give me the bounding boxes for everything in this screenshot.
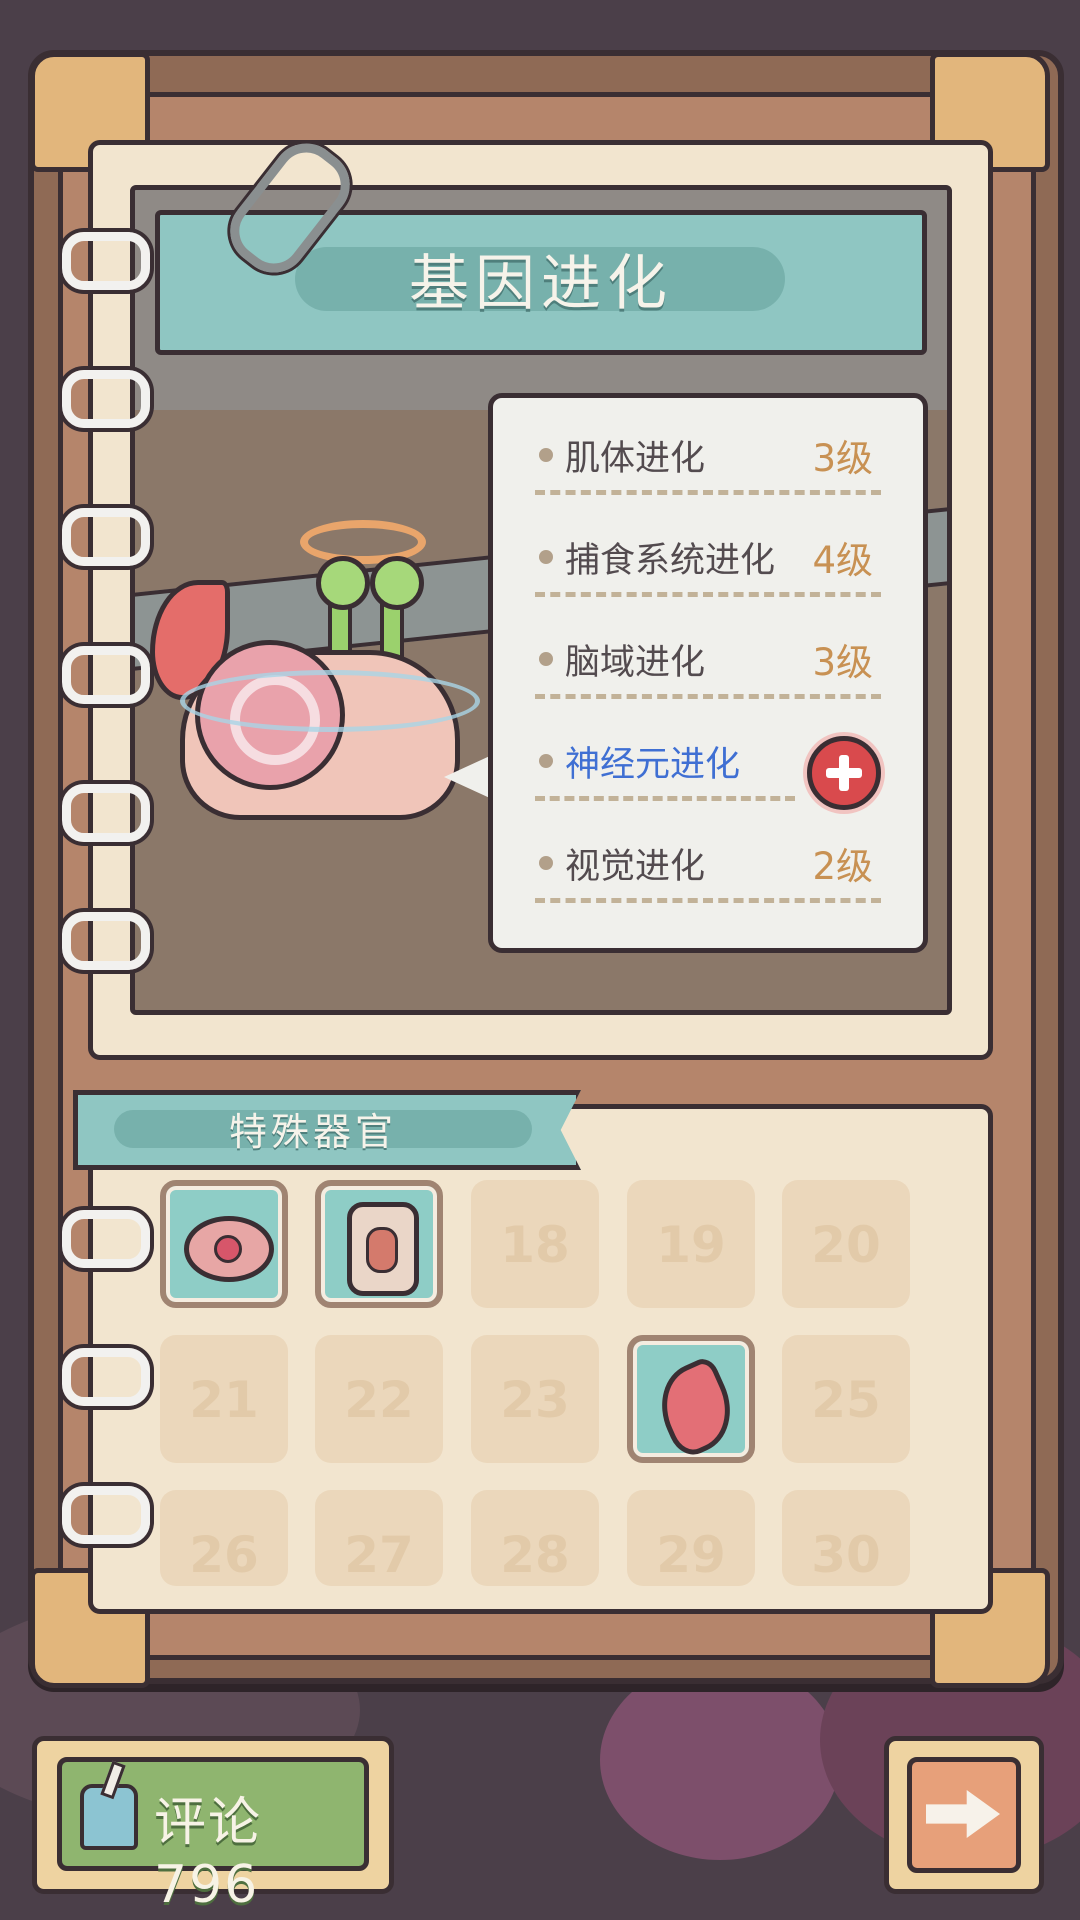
- organ-slot[interactable]: [160, 1180, 288, 1308]
- next-button[interactable]: [884, 1736, 1044, 1894]
- organ-slot[interactable]: 23: [471, 1335, 599, 1463]
- binder-ring: [62, 1486, 150, 1544]
- evolution-menu: 肌体进化 3级 捕食系统进化 4级 脑域进化 3级 神经元进化 视觉进化 2级: [488, 393, 928, 953]
- evolution-item-brain[interactable]: 脑域进化 3级: [535, 604, 881, 704]
- speech-tail: [444, 755, 492, 799]
- evolution-item-muscle[interactable]: 肌体进化 3级: [535, 400, 881, 500]
- organ-slot[interactable]: 27: [315, 1490, 443, 1586]
- organ-slot[interactable]: [627, 1335, 755, 1463]
- organ-slot[interactable]: 25: [782, 1335, 910, 1463]
- slot-number: 18: [500, 1216, 570, 1274]
- binder-ring: [62, 232, 150, 290]
- mushroom-cap: [600, 1660, 840, 1860]
- slot-number: 28: [500, 1526, 570, 1584]
- inkwell-icon: [80, 1784, 138, 1850]
- binder-ring: [62, 646, 150, 704]
- organ-slot[interactable]: 28: [471, 1490, 599, 1586]
- evolution-item-predation[interactable]: 捕食系统进化 4级: [535, 502, 881, 602]
- bullet-icon: [539, 856, 553, 870]
- wing-organ-icon: [646, 1354, 746, 1462]
- binder-ring: [62, 1348, 150, 1406]
- binder-ring: [62, 784, 150, 842]
- organ-slot[interactable]: 22: [315, 1335, 443, 1463]
- evolution-item-level: 3级: [812, 437, 873, 480]
- bullet-icon: [539, 448, 553, 462]
- dashed-divider: [535, 592, 881, 597]
- slot-number: 22: [344, 1371, 414, 1429]
- slot-number: 29: [656, 1526, 726, 1584]
- binder-ring: [62, 912, 150, 970]
- slot-number: 21: [189, 1371, 259, 1429]
- dashed-divider: [535, 694, 881, 699]
- arrow-right-icon: [926, 1790, 1000, 1838]
- slot-number: 19: [656, 1216, 726, 1274]
- evolution-item-neuron[interactable]: 神经元进化: [535, 706, 881, 810]
- organ-slot[interactable]: 26: [160, 1490, 288, 1586]
- organ-slot[interactable]: 21: [160, 1335, 288, 1463]
- binder-ring: [62, 508, 150, 566]
- evolution-item-level: 2级: [812, 845, 873, 888]
- evolution-item-name: 视觉进化: [565, 847, 706, 887]
- next-button-face: [907, 1757, 1021, 1873]
- binder-ring: [62, 1210, 150, 1268]
- organ-slot[interactable]: 29: [627, 1490, 755, 1586]
- organ-slot[interactable]: 18: [471, 1180, 599, 1308]
- organ-slot[interactable]: 20: [782, 1180, 910, 1308]
- slot-number: 27: [344, 1526, 414, 1584]
- energy-ring: [180, 670, 480, 732]
- snail-creature[interactable]: [140, 520, 480, 840]
- evolution-item-name: 神经元进化: [565, 745, 741, 785]
- comment-button-face: 评论 796: [57, 1757, 369, 1915]
- slot-number: 30: [811, 1526, 881, 1584]
- binder-ring: [62, 370, 150, 428]
- bullet-icon: [539, 754, 553, 768]
- organs-tab: 特殊器官: [73, 1090, 581, 1170]
- eye-ball: [316, 556, 370, 610]
- dashed-divider: [535, 796, 795, 801]
- cylinder-organ-icon: [347, 1202, 419, 1296]
- evolution-item-vision[interactable]: 视觉进化 2级: [535, 808, 881, 908]
- slot-number: 25: [811, 1371, 881, 1429]
- slot-number: 23: [500, 1371, 570, 1429]
- organ-slot[interactable]: 19: [627, 1180, 755, 1308]
- eye-ball: [370, 556, 424, 610]
- bullet-icon: [539, 550, 553, 564]
- evolution-item-name: 肌体进化: [565, 439, 706, 479]
- evolution-item-name: 脑域进化: [565, 643, 706, 683]
- slot-number: 26: [189, 1526, 259, 1584]
- dashed-divider: [535, 490, 881, 495]
- evolution-item-name: 捕食系统进化: [565, 541, 776, 581]
- add-plus-icon[interactable]: [807, 736, 881, 810]
- bullet-icon: [539, 652, 553, 666]
- evolution-item-level: 4级: [812, 539, 873, 582]
- organs-title: 特殊器官: [228, 1110, 397, 1154]
- comment-button[interactable]: 评论 796: [32, 1736, 394, 1915]
- organ-slot[interactable]: 30: [782, 1490, 910, 1586]
- eye-organ-icon: [184, 1216, 274, 1282]
- slot-number: 20: [811, 1216, 881, 1274]
- dashed-divider: [535, 898, 881, 903]
- comment-label: 评论 796: [154, 1793, 263, 1915]
- evolution-item-level: 3级: [812, 641, 873, 684]
- organ-slot[interactable]: [315, 1180, 443, 1308]
